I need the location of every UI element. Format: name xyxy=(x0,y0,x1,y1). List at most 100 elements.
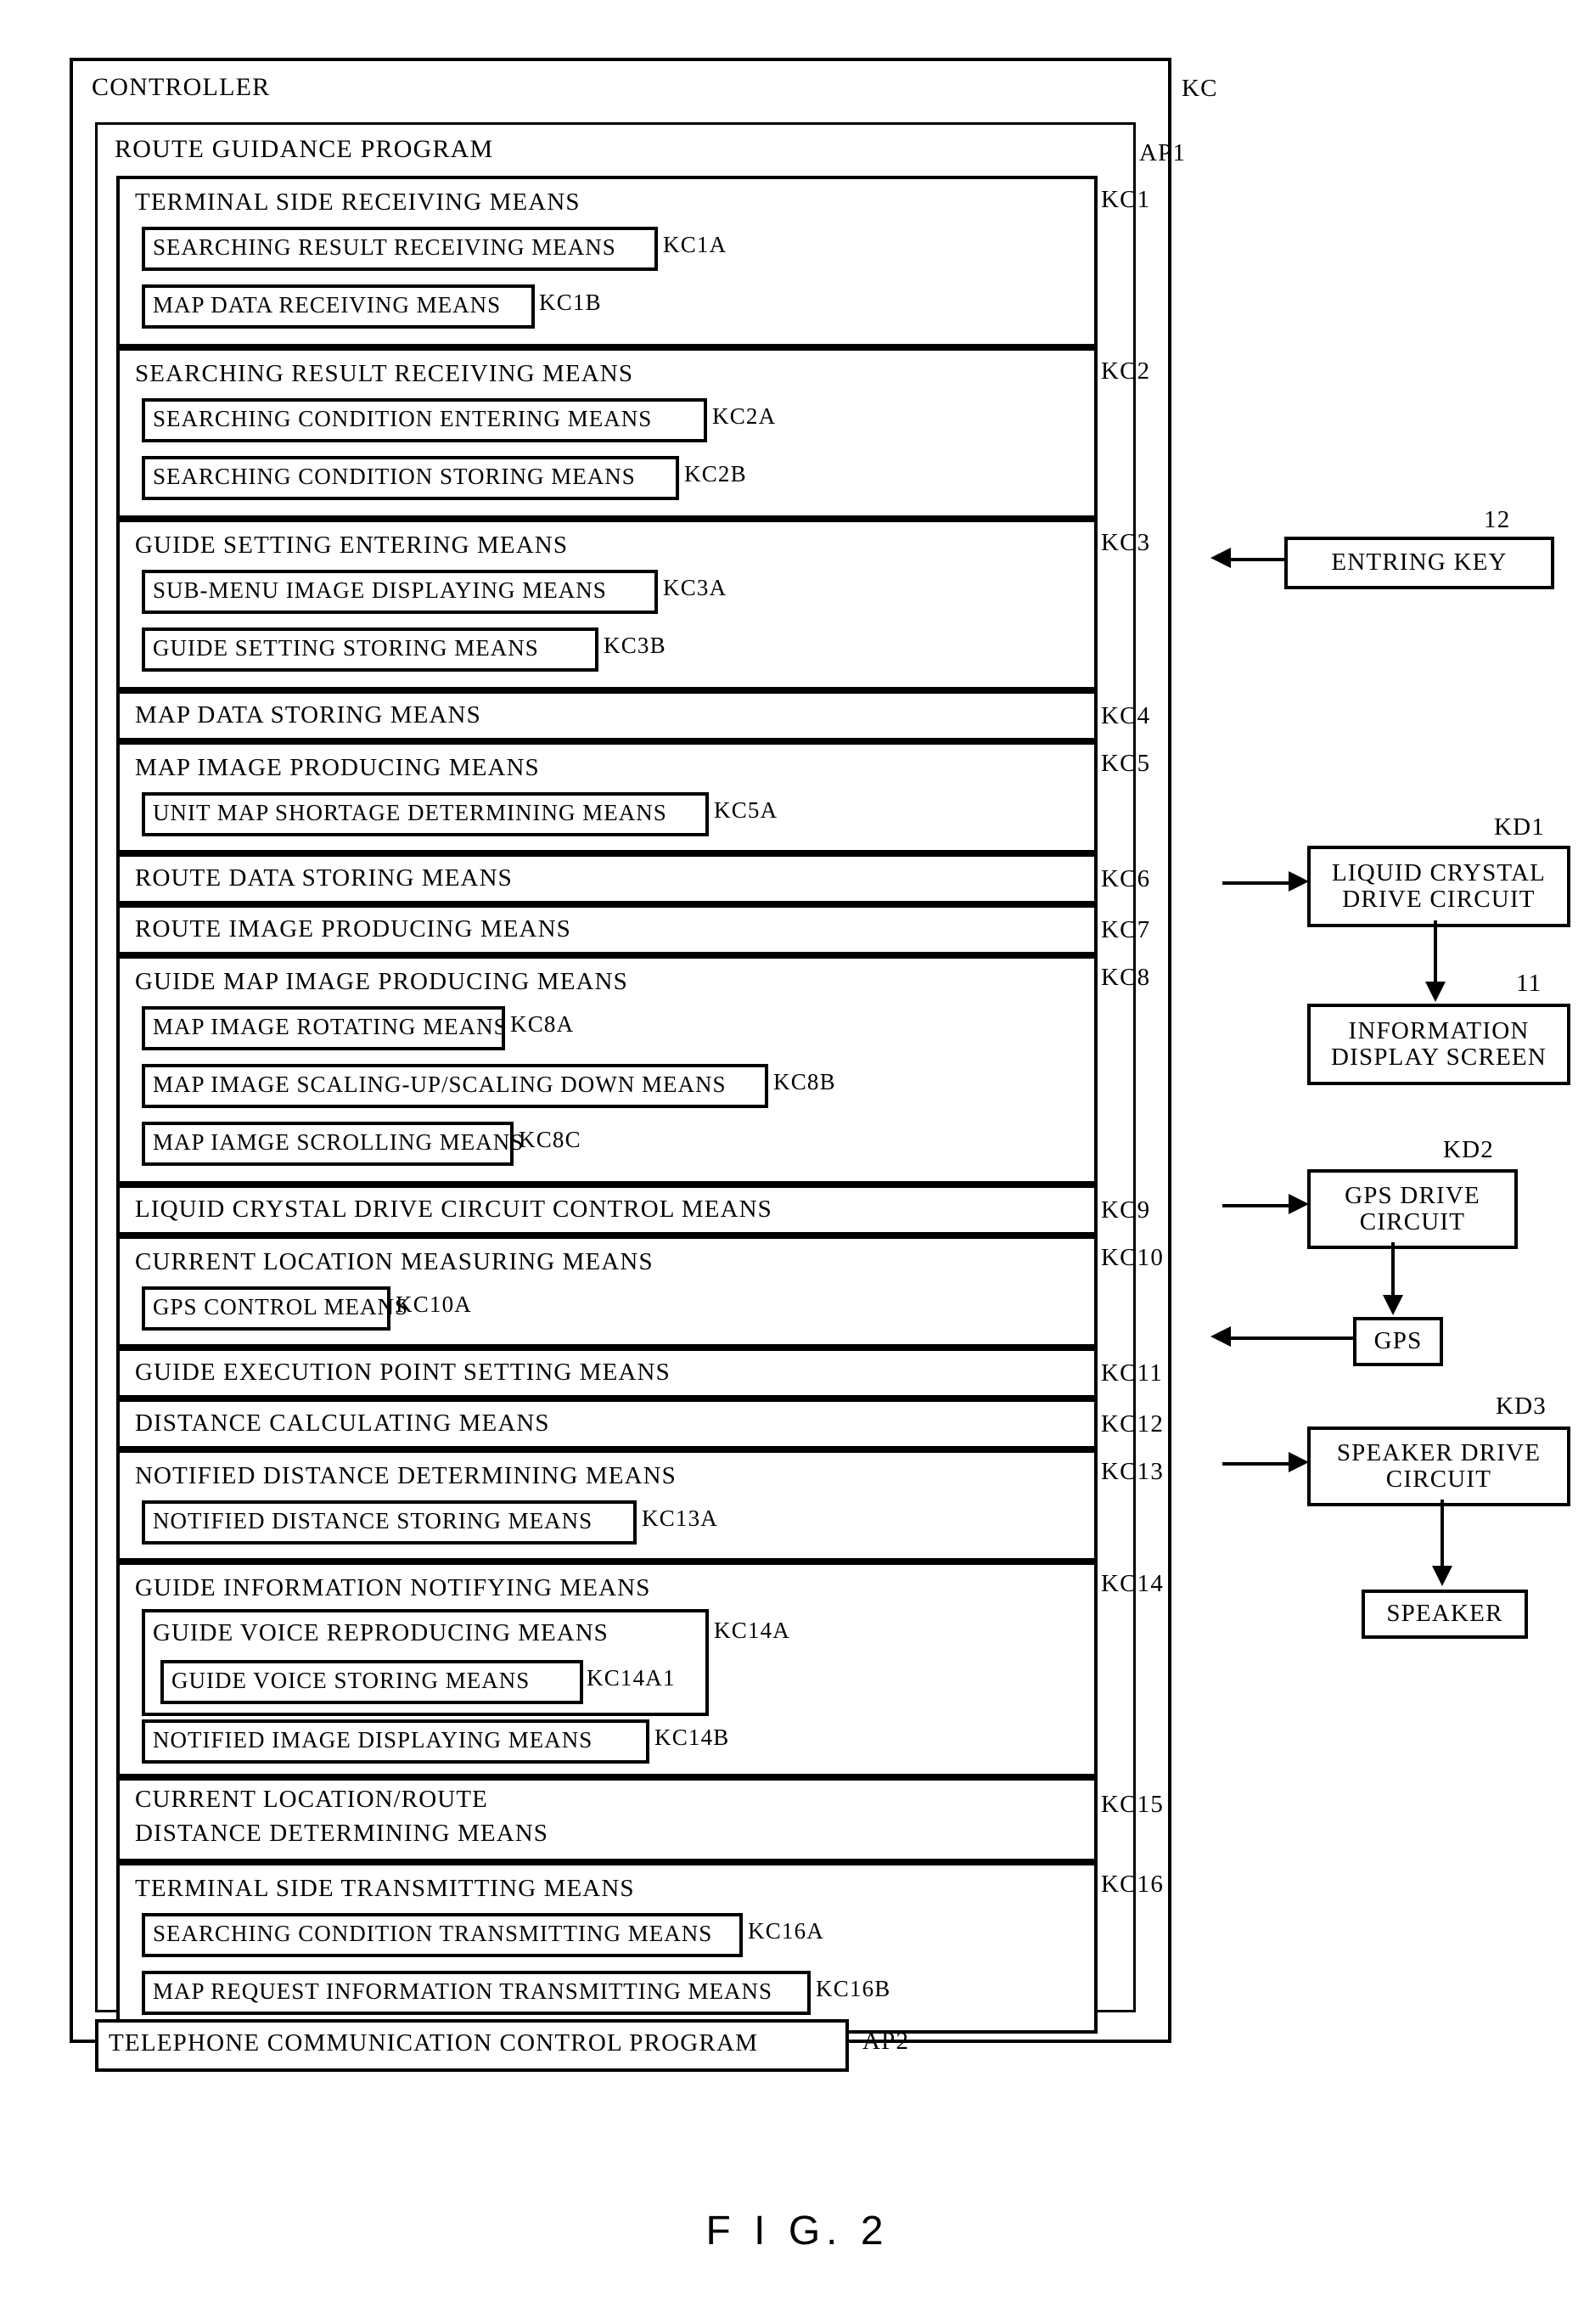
block-kc12[interactable]: DISTANCE CALCULATING MEANS xyxy=(116,1398,1098,1449)
block-kc12-label: DISTANCE CALCULATING MEANS xyxy=(135,1410,550,1437)
tag-11: 11 xyxy=(1516,970,1542,997)
tag-kc1: KC1 xyxy=(1101,186,1151,213)
gps-label: GPS xyxy=(1373,1327,1423,1355)
block-kc3a-label: SUB-MENU IMAGE DISPLAYING MEANS xyxy=(153,577,607,603)
gps-drive-circuit-line2: CIRCUIT xyxy=(1359,1208,1466,1235)
block-kc10a[interactable]: GPS CONTROL MEANS xyxy=(142,1286,407,1331)
tag-kc8c: KC8C xyxy=(519,1127,581,1152)
block-kc14a-label: GUIDE VOICE REPRODUCING MEANS xyxy=(153,1619,609,1646)
arrowhead-speaker xyxy=(1432,1566,1452,1586)
block-kc3b[interactable]: GUIDE SETTING STORING MEANS xyxy=(142,627,598,672)
information-display-screen-line1: INFORMATION xyxy=(1348,1016,1530,1044)
arrowhead-kd2 xyxy=(1289,1194,1309,1214)
block-kc7-label: ROUTE IMAGE PRODUCING MEANS xyxy=(135,915,571,943)
information-display-screen-line2: DISPLAY SCREEN xyxy=(1331,1044,1547,1071)
tag-kc3: KC3 xyxy=(1101,529,1151,556)
tag-kc10: KC10 xyxy=(1101,1244,1165,1271)
block-kc1a-label: SEARCHING RESULT RECEIVING MEANS xyxy=(153,234,616,260)
block-kc16[interactable]: TERMINAL SIDE TRANSMITTING MEANS SEARCHI… xyxy=(116,1862,1098,2034)
block-kc6[interactable]: ROUTE DATA STORING MEANS xyxy=(116,853,1098,904)
block-kc14a1[interactable]: GUIDE VOICE STORING MEANS xyxy=(160,1660,583,1704)
block-kc14[interactable]: GUIDE INFORMATION NOTIFYING MEANS GUIDE … xyxy=(116,1562,1098,1777)
tag-kc4: KC4 xyxy=(1101,702,1151,729)
block-kc15[interactable]: CURRENT LOCATION/ROUTE DISTANCE DETERMIN… xyxy=(116,1777,1098,1862)
block-kc1[interactable]: TERMINAL SIDE RECEIVING MEANS SEARCHING … xyxy=(116,176,1098,347)
block-kc3-label: GUIDE SETTING ENTERING MEANS xyxy=(135,532,569,559)
block-kc2a[interactable]: SEARCHING CONDITION ENTERING MEANS xyxy=(142,398,707,442)
liquid-crystal-drive-circuit-box[interactable]: LIQUID CRYSTAL DRIVE CIRCUIT xyxy=(1307,846,1570,927)
block-kc8a[interactable]: MAP IMAGE ROTATING MEANS xyxy=(142,1006,508,1050)
connector-kd2 xyxy=(1222,1204,1290,1207)
block-kc14a[interactable]: GUIDE VOICE REPRODUCING MEANS GUIDE VOIC… xyxy=(142,1609,709,1716)
tag-kc5a: KC5A xyxy=(714,797,778,823)
entring-key-label: ENTRING KEY xyxy=(1331,549,1508,577)
block-kc5a[interactable]: UNIT MAP SHORTAGE DETERMINING MEANS xyxy=(142,792,709,836)
liquid-crystal-drive-circuit-line1: LIQUID CRYSTAL xyxy=(1331,858,1547,886)
tag-kc14b: KC14B xyxy=(654,1725,730,1750)
block-kc1-label: TERMINAL SIDE RECEIVING MEANS xyxy=(135,189,581,216)
connector-kd1 xyxy=(1222,881,1290,885)
speaker-box[interactable]: SPEAKER xyxy=(1362,1590,1528,1639)
arrowhead-gps xyxy=(1383,1295,1403,1315)
controller-title: CONTROLLER xyxy=(92,73,271,101)
block-kc8c-label: MAP IAMGE SCROLLING MEANS xyxy=(153,1129,525,1155)
connector-gps-to-controller xyxy=(1231,1336,1355,1340)
block-kc13a[interactable]: NOTIFIED DISTANCE STORING MEANS xyxy=(142,1500,637,1545)
block-kc8b[interactable]: MAP IMAGE SCALING-UP/SCALING DOWN MEANS xyxy=(142,1064,768,1108)
block-kc16-label: TERMINAL SIDE TRANSMITTING MEANS xyxy=(135,1875,635,1902)
block-kc7[interactable]: ROUTE IMAGE PRODUCING MEANS xyxy=(116,904,1098,955)
block-kc8[interactable]: GUIDE MAP IMAGE PRODUCING MEANS MAP IMAG… xyxy=(116,955,1098,1185)
block-kc13a-label: NOTIFIED DISTANCE STORING MEANS xyxy=(153,1508,593,1533)
tag-kc1a: KC1A xyxy=(663,232,727,257)
block-kc9[interactable]: LIQUID CRYSTAL DRIVE CIRCUIT CONTROL MEA… xyxy=(116,1185,1098,1235)
entring-key-box[interactable]: ENTRING KEY xyxy=(1284,537,1554,589)
speaker-label: SPEAKER xyxy=(1386,1600,1503,1628)
telephone-communication-control-program-label: TELEPHONE COMMUNICATION CONTROL PROGRAM xyxy=(109,2029,759,2057)
telephone-communication-control-program-box[interactable]: TELEPHONE COMMUNICATION CONTROL PROGRAM xyxy=(95,2019,849,2072)
block-kc8a-label: MAP IMAGE ROTATING MEANS xyxy=(153,1014,508,1039)
tag-kc5: KC5 xyxy=(1101,750,1151,777)
arrowhead-kd1 xyxy=(1289,871,1309,892)
block-kc13[interactable]: NOTIFIED DISTANCE DETERMINING MEANS NOTI… xyxy=(116,1449,1098,1562)
block-kc5a-label: UNIT MAP SHORTAGE DETERMINING MEANS xyxy=(153,800,667,825)
tag-kc8: KC8 xyxy=(1101,964,1151,991)
connector-kd3 xyxy=(1222,1462,1290,1466)
gps-drive-circuit-box[interactable]: GPS DRIVE CIRCUIT xyxy=(1307,1169,1518,1249)
controller-box: CONTROLLER ROUTE GUIDANCE PROGRAM TERMIN… xyxy=(70,58,1185,2072)
gps-box[interactable]: GPS xyxy=(1353,1317,1443,1366)
tag-kd3: KD3 xyxy=(1496,1393,1547,1420)
block-kc5[interactable]: MAP IMAGE PRODUCING MEANS UNIT MAP SHORT… xyxy=(116,741,1098,853)
block-kc4[interactable]: MAP DATA STORING MEANS xyxy=(116,690,1098,741)
block-kc6-label: ROUTE DATA STORING MEANS xyxy=(135,864,513,892)
block-kc3a[interactable]: SUB-MENU IMAGE DISPLAYING MEANS xyxy=(142,570,658,614)
tag-kc12: KC12 xyxy=(1101,1410,1165,1438)
speaker-drive-circuit-box[interactable]: SPEAKER DRIVE CIRCUIT xyxy=(1307,1426,1570,1506)
block-kc2a-label: SEARCHING CONDITION ENTERING MEANS xyxy=(153,406,653,431)
tag-kc6: KC6 xyxy=(1101,865,1151,892)
tag-kc13: KC13 xyxy=(1101,1458,1165,1485)
block-kc16b[interactable]: MAP REQUEST INFORMATION TRANSMITTING MEA… xyxy=(142,1971,811,2015)
block-kc16a[interactable]: SEARCHING CONDITION TRANSMITTING MEANS xyxy=(142,1913,743,1957)
block-kc11[interactable]: GUIDE EXECUTION POINT SETTING MEANS xyxy=(116,1348,1098,1398)
information-display-screen-box[interactable]: INFORMATION DISPLAY SCREEN xyxy=(1307,1004,1570,1085)
tag-kc16: KC16 xyxy=(1101,1871,1165,1898)
block-kc15-label: CURRENT LOCATION/ROUTE xyxy=(135,1786,488,1813)
tag-kc14: KC14 xyxy=(1101,1570,1165,1597)
block-kc8c[interactable]: MAP IAMGE SCROLLING MEANS xyxy=(142,1122,523,1166)
route-guidance-program-box: ROUTE GUIDANCE PROGRAM TERMINAL SIDE REC… xyxy=(95,122,1163,2034)
block-kc1b[interactable]: MAP DATA RECEIVING MEANS xyxy=(142,284,535,329)
block-kc14a1-label: GUIDE VOICE STORING MEANS xyxy=(171,1668,531,1693)
tag-kc1b: KC1B xyxy=(539,290,602,315)
block-kc1a[interactable]: SEARCHING RESULT RECEIVING MEANS xyxy=(142,227,658,271)
block-kc14b[interactable]: NOTIFIED IMAGE DISPLAYING MEANS xyxy=(142,1719,649,1764)
block-kc15-label-2: DISTANCE DETERMINING MEANS xyxy=(135,1820,549,1847)
block-kc10[interactable]: CURRENT LOCATION MEASURING MEANS GPS CON… xyxy=(116,1235,1098,1348)
block-kc16a-label: SEARCHING CONDITION TRANSMITTING MEANS xyxy=(153,1921,713,1946)
block-kc2b[interactable]: SEARCHING CONDITION STORING MEANS xyxy=(142,456,679,500)
block-kc3[interactable]: GUIDE SETTING ENTERING MEANS SUB-MENU IM… xyxy=(116,519,1098,690)
block-kc8-label: GUIDE MAP IMAGE PRODUCING MEANS xyxy=(135,968,628,995)
connector-kd2-to-gps xyxy=(1391,1242,1395,1297)
route-guidance-program-title: ROUTE GUIDANCE PROGRAM xyxy=(115,135,494,163)
tag-kc15: KC15 xyxy=(1101,1791,1165,1818)
block-kc2[interactable]: SEARCHING RESULT RECEIVING MEANS SEARCHI… xyxy=(116,347,1098,519)
